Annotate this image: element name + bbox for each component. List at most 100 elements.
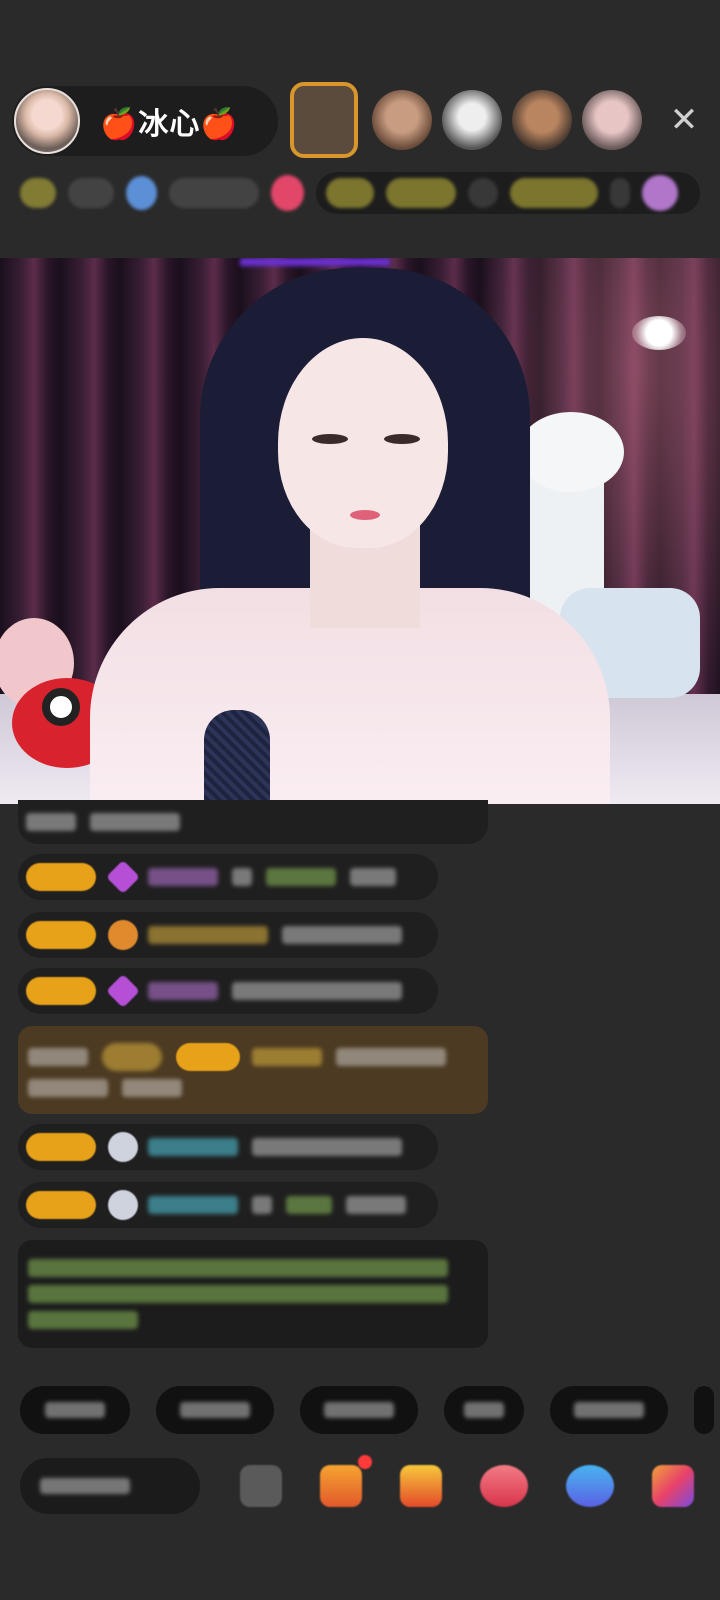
message-line bbox=[28, 1079, 196, 1097]
alpaca-plush-head bbox=[518, 412, 624, 492]
notice-text bbox=[28, 1259, 448, 1277]
quick-reply-chip[interactable] bbox=[156, 1386, 274, 1434]
game-icon[interactable] bbox=[566, 1465, 614, 1507]
fan-medal-icon bbox=[108, 920, 138, 950]
level-badge bbox=[26, 1133, 96, 1161]
treasure-icon[interactable] bbox=[400, 1465, 442, 1507]
blurred-text bbox=[326, 178, 374, 208]
viewer-avatar[interactable] bbox=[582, 90, 642, 150]
more-icon[interactable] bbox=[652, 1465, 694, 1507]
highlighted-message[interactable] bbox=[18, 1026, 488, 1114]
viewer-avatar[interactable] bbox=[290, 82, 358, 158]
quick-reply-chip[interactable] bbox=[550, 1386, 668, 1434]
blurred-text bbox=[252, 1196, 272, 1214]
chat-input[interactable] bbox=[20, 1458, 200, 1514]
quick-reply-bar bbox=[20, 1386, 714, 1434]
username[interactable] bbox=[148, 1196, 238, 1214]
top-viewers-list bbox=[290, 82, 652, 158]
noble-badge bbox=[102, 1043, 162, 1071]
chat-message[interactable] bbox=[18, 854, 438, 900]
level-badge[interactable] bbox=[20, 178, 57, 208]
message-text bbox=[232, 982, 402, 1000]
stage-light bbox=[240, 258, 390, 266]
system-notice bbox=[18, 1240, 488, 1348]
chat-input-placeholder bbox=[40, 1478, 130, 1494]
blurred-text bbox=[68, 178, 114, 208]
level-badge bbox=[26, 863, 96, 891]
message-text bbox=[28, 1079, 108, 1097]
chat-message[interactable] bbox=[18, 968, 438, 1014]
quick-reply-chip[interactable] bbox=[444, 1386, 524, 1434]
rank-icon[interactable] bbox=[125, 176, 157, 210]
blurred-text bbox=[232, 868, 252, 886]
fan-gem-icon bbox=[106, 860, 140, 894]
message-text bbox=[122, 1079, 182, 1097]
chip-label bbox=[574, 1402, 644, 1418]
message-line bbox=[28, 1285, 462, 1303]
activity-banner[interactable] bbox=[316, 172, 700, 214]
gift-icon[interactable] bbox=[320, 1455, 372, 1507]
notice-text bbox=[28, 1311, 138, 1329]
fan-medal-icon bbox=[108, 1132, 138, 1162]
message-line bbox=[28, 1043, 460, 1071]
username[interactable] bbox=[148, 868, 218, 886]
message-line bbox=[28, 1259, 462, 1277]
close-icon[interactable]: ✕ bbox=[666, 102, 702, 138]
streamer-lips bbox=[350, 510, 380, 520]
viewer-avatar[interactable] bbox=[512, 90, 572, 150]
host-info-pill[interactable]: 🍎冰心🍎 bbox=[12, 86, 278, 156]
quick-reply-chip[interactable] bbox=[694, 1386, 714, 1434]
activity-icon bbox=[642, 175, 678, 211]
chat-message[interactable] bbox=[18, 800, 488, 844]
chat-message[interactable] bbox=[18, 1124, 438, 1170]
live-video-stream[interactable] bbox=[0, 258, 720, 804]
chip-label bbox=[324, 1402, 394, 1418]
host-name: 🍎冰心🍎 bbox=[100, 107, 239, 142]
fan-medal-icon bbox=[108, 1190, 138, 1220]
username[interactable] bbox=[252, 1048, 322, 1066]
level-badge bbox=[26, 977, 96, 1005]
username[interactable] bbox=[148, 926, 268, 944]
heart-icon[interactable] bbox=[271, 175, 304, 211]
viewer-avatar[interactable] bbox=[372, 90, 432, 150]
streamer-eye bbox=[312, 434, 348, 444]
quick-reply-chip[interactable] bbox=[300, 1386, 418, 1434]
chip-label bbox=[180, 1402, 250, 1418]
level-badge bbox=[26, 921, 96, 949]
level-badge bbox=[26, 1191, 96, 1219]
chip-label bbox=[464, 1402, 504, 1418]
lipstick-icon[interactable] bbox=[480, 1465, 528, 1507]
chat-message[interactable] bbox=[18, 912, 438, 958]
blurred-text bbox=[90, 813, 180, 831]
keyboard-icon[interactable] bbox=[240, 1465, 282, 1507]
message-text bbox=[282, 926, 402, 944]
message-text bbox=[346, 1196, 406, 1214]
notification-dot bbox=[358, 1455, 372, 1469]
message-text bbox=[252, 1138, 402, 1156]
blurred-text bbox=[468, 178, 498, 208]
room-info-bar bbox=[20, 172, 700, 214]
username[interactable] bbox=[286, 1196, 332, 1214]
username[interactable] bbox=[148, 1138, 238, 1156]
username[interactable] bbox=[148, 982, 218, 1000]
streamer-eye bbox=[384, 434, 420, 444]
quick-reply-chip[interactable] bbox=[20, 1386, 130, 1434]
fan-gem-icon bbox=[106, 974, 140, 1008]
message-text bbox=[336, 1048, 446, 1066]
bottom-toolbar bbox=[20, 1455, 720, 1514]
blurred-text bbox=[28, 1048, 88, 1066]
username[interactable] bbox=[266, 868, 336, 886]
notice-text bbox=[28, 1285, 448, 1303]
blurred-text bbox=[26, 813, 76, 831]
blurred-text bbox=[510, 178, 598, 208]
chat-message[interactable] bbox=[18, 1182, 438, 1228]
level-badge bbox=[176, 1043, 240, 1071]
message-text bbox=[350, 868, 396, 886]
blurred-text bbox=[610, 178, 630, 208]
message-line bbox=[28, 1311, 152, 1329]
viewer-avatar[interactable] bbox=[442, 90, 502, 150]
blurred-text bbox=[386, 178, 456, 208]
lamp bbox=[632, 316, 686, 350]
chip-label bbox=[45, 1402, 105, 1418]
host-avatar[interactable] bbox=[14, 88, 80, 154]
